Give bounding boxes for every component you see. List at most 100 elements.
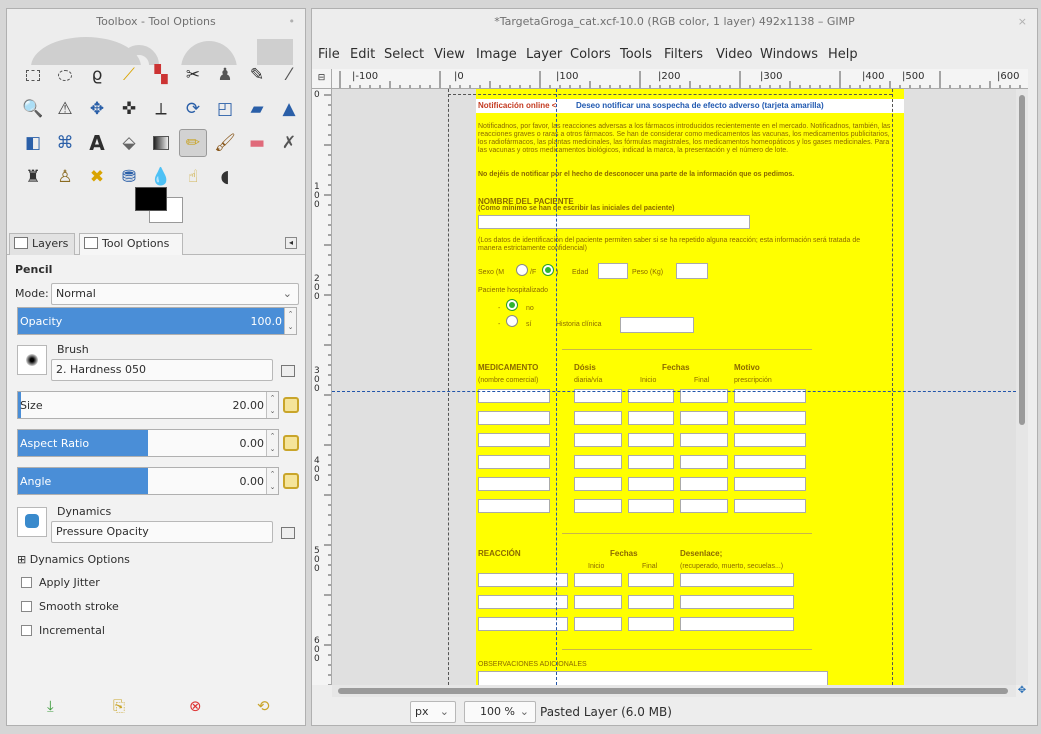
med-name-field[interactable] [478,433,550,447]
brush-preview[interactable] [17,345,47,375]
clone-icon[interactable]: ♙ [51,163,79,191]
opacity-spin[interactable]: ⌃ ⌄ [284,308,296,334]
reset-options-icon[interactable]: ⟲ [257,697,270,715]
angle-spin[interactable]: ⌃ ⌄ [266,468,278,494]
dynamics-options-expander[interactable]: ⊞ Dynamics Options [17,553,130,566]
rect-select-icon[interactable] [19,61,47,89]
select-by-color-icon[interactable]: ▚ [147,61,175,89]
dynamics-preview[interactable] [17,507,47,537]
dock-menu-icon[interactable]: ◂ [285,237,297,249]
med-start-field[interactable] [628,477,674,491]
reaction-outcome-field[interactable] [680,617,794,631]
horizontal-scrollbar[interactable] [332,685,1016,697]
horizontal-ruler[interactable]: |-100 |0 |100 |200 |300 |400 |500 |600 [332,69,1028,89]
text-icon[interactable]: A [83,129,111,157]
apply-jitter-checkbox[interactable] [21,577,32,588]
reaction-end-field[interactable] [628,617,674,631]
historia-field[interactable] [620,317,694,333]
edad-field[interactable] [598,263,628,279]
menu-windows[interactable]: Windows [760,47,818,62]
med-end-field[interactable] [680,455,728,469]
shear-icon[interactable]: ▰ [243,95,271,123]
reaction-field[interactable] [478,573,568,587]
med-start-field[interactable] [628,433,674,447]
align-icon[interactable]: ✜ [115,95,143,123]
reaction-field[interactable] [478,595,568,609]
smooth-stroke-checkbox[interactable] [21,601,32,612]
edit-brush-icon[interactable] [281,365,295,377]
fuzzy-select-icon[interactable]: ⟋ [115,61,143,89]
tab-layers[interactable]: Layers [9,233,75,255]
reset-aspect-ratio-icon[interactable] [283,435,299,451]
menu-view[interactable]: View [434,47,465,62]
crop-icon[interactable]: ⟂ [147,95,175,123]
reaction-end-field[interactable] [628,595,674,609]
menu-help[interactable]: Help [828,47,858,62]
pencil-icon[interactable]: ✏ [179,129,207,157]
med-start-field[interactable] [628,499,674,513]
edit-dynamics-icon[interactable] [281,527,295,539]
reaction-start-field[interactable] [574,595,622,609]
close-icon[interactable]: × [1018,9,1027,35]
airbrush-icon[interactable]: ✗ [275,129,303,157]
lasso-icon[interactable]: ϱ [83,61,111,89]
obs-field[interactable] [478,671,828,685]
menu-select[interactable]: Select [384,47,424,62]
flip-icon[interactable]: ◧ [19,129,47,157]
navigate-icon[interactable]: ✥ [1016,685,1028,697]
horizontal-scroll-thumb[interactable] [338,688,1008,694]
menu-filters[interactable]: Filters [664,47,703,62]
unit-select[interactable]: px ⌄ [410,701,456,723]
image-canvas[interactable]: Notificación online < Deseo notificar un… [332,89,1016,685]
ink-icon[interactable]: ♜ [19,163,47,191]
opacity-slider[interactable]: Opacity 100.0 ⌃ ⌄ [17,307,297,335]
med-reason-field[interactable] [734,455,806,469]
mode-select[interactable]: Normal ⌄ [51,283,299,305]
save-options-icon[interactable]: ⤓ [47,697,54,715]
aspect-ratio-slider[interactable]: Aspect Ratio 0.00 ⌃ ⌄ [17,429,279,457]
reaction-field[interactable] [478,617,568,631]
med-end-field[interactable] [680,499,728,513]
med-end-field[interactable] [680,477,728,491]
vertical-scroll-thumb[interactable] [1019,95,1025,425]
peso-field[interactable] [676,263,708,279]
vertical-ruler[interactable]: 0 1 0 0 2 0 0 3 0 0 4 0 0 5 0 0 6 0 0 [312,89,332,685]
med-dose-field[interactable] [574,411,622,425]
patient-name-field[interactable] [478,215,750,229]
incremental-checkbox[interactable] [21,625,32,636]
delete-options-icon[interactable]: ⊗ [189,697,202,715]
hospital-no-radio[interactable] [506,299,518,311]
horizontal-guide[interactable] [332,391,1016,392]
med-name-field[interactable] [478,411,550,425]
brush-select[interactable]: 2. Hardness 050 [51,359,273,381]
med-end-field[interactable] [680,411,728,425]
dynamics-select[interactable]: Pressure Opacity [51,521,273,543]
image-titlebar[interactable]: *TargetaGroga_cat.xcf-10.0 (RGB color, 1… [312,9,1037,35]
menu-edit[interactable]: Edit [350,47,375,62]
cage-transform-icon[interactable]: ⌘ [51,129,79,157]
size-slider[interactable]: Size 20.00 ⌃ ⌄ [17,391,279,419]
move-icon[interactable]: ✥ [83,95,111,123]
foreground-select-icon[interactable]: ♟ [211,61,239,89]
reset-size-icon[interactable] [283,397,299,413]
reaction-outcome-field[interactable] [680,573,794,587]
scale-icon[interactable]: ◰ [211,95,239,123]
measure-icon[interactable]: ⚠ [51,95,79,123]
paths-icon[interactable]: ✎ [243,61,271,89]
reset-angle-icon[interactable] [283,473,299,489]
med-dose-field[interactable] [574,477,622,491]
bucket-fill-icon[interactable]: ⬙ [115,129,143,157]
med-reason-field[interactable] [734,477,806,491]
med-dose-field[interactable] [574,455,622,469]
menu-layer[interactable]: Layer [526,47,562,62]
menu-video[interactable]: Video [716,47,752,62]
vertical-scrollbar[interactable] [1016,89,1028,685]
angle-slider[interactable]: Angle 0.00 ⌃ ⌄ [17,467,279,495]
zoom-icon[interactable]: 🔍 [19,95,47,123]
med-reason-field[interactable] [734,433,806,447]
scissors-icon[interactable]: ✂ [179,61,207,89]
tab-tool-options[interactable]: Tool Options [79,233,183,255]
med-name-field[interactable] [478,499,550,513]
med-end-field[interactable] [680,433,728,447]
med-start-field[interactable] [628,455,674,469]
